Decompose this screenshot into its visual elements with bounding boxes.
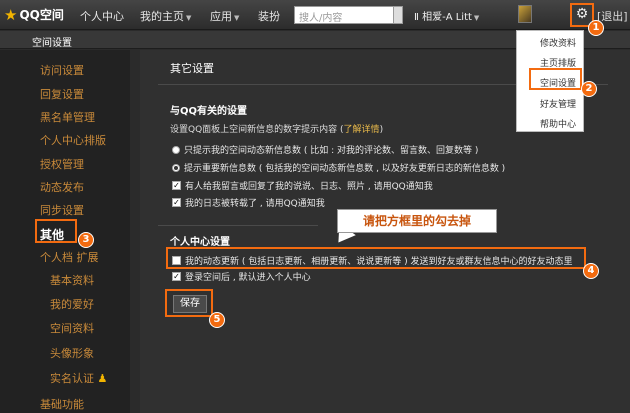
checkbox[interactable]: ✓ [172, 181, 181, 190]
sidebar-item-sync[interactable]: 同步设置 [40, 202, 84, 218]
radio-button-selected[interactable] [172, 163, 180, 172]
radio-option-1[interactable]: 只提示我的空间动态新信息数 ( 比如 : 对我的评论数、留言数、回复数等 ) [172, 143, 478, 156]
step-badge-1: 1 [588, 20, 604, 36]
chevron-down-icon: ▼ [186, 14, 192, 22]
radio-option-2-label: 提示重要新信息数 ( 包括我的空间动态新信息数 , 以及好友更新日志的新信息数 … [184, 164, 506, 174]
section-center-title: 个人中心设置 [170, 237, 230, 248]
highlight-box [165, 289, 213, 317]
chevron-down-icon: ▼ [234, 14, 240, 22]
sidebar-sub-basic[interactable]: 基本资料 [50, 272, 94, 288]
radio-button[interactable] [172, 145, 180, 154]
checkbox-default-center-label: 登录空间后 , 默认进入个人中心 [185, 273, 311, 283]
menu-item-friend-manage[interactable]: 好友管理 [540, 97, 576, 110]
qzone-logo[interactable]: ★ QQ空间 [4, 6, 64, 23]
sidebar-item-auth[interactable]: 授权管理 [40, 156, 84, 172]
menu-item-help[interactable]: 帮助中心 [540, 117, 576, 130]
nav-decorate[interactable]: 装扮 [258, 8, 280, 24]
main-title: 其它设置 [170, 62, 214, 75]
radio-option-1-label: 只提示我的空间动态新信息数 ( 比如 : 对我的评论数、留言数、回复数等 ) [184, 146, 479, 156]
checkbox-notify-reply[interactable]: ✓ 有人给我留言或回复了我的说说、日志、照片 , 请用QQ通知我 [172, 179, 433, 192]
chevron-down-icon: ▼ [473, 14, 480, 22]
star-icon: ★ [4, 5, 18, 24]
section-qq-desc: 设置QQ面板上空间新信息的数字提示内容 (了解详情) [170, 122, 383, 135]
sidebar-item-reply[interactable]: 回复设置 [40, 86, 84, 102]
top-bar: ★ QQ空间 个人中心 我的主页 ▼ 应用 ▼ 装扮 搜人/内容 Ⅱ 相爱-A Li… [0, 0, 630, 30]
user-icon: ♟ [97, 372, 108, 385]
nav-my-homepage-label: 我的主页 [140, 10, 184, 23]
menu-item-edit-profile[interactable]: 修改资料 [540, 36, 576, 49]
learn-more-link[interactable]: 了解详情 [344, 125, 380, 135]
step-badge-4: 4 [583, 263, 599, 279]
sidebar-sub-hobby[interactable]: 我的爱好 [50, 296, 94, 312]
logo-text: QQ空间 [19, 8, 64, 22]
checkbox[interactable]: ✓ [172, 272, 181, 281]
sidebar-sub-realname[interactable]: 实名认证 ♟ [50, 370, 107, 386]
checkbox-notify-reply-label: 有人给我留言或回复了我的说说、日志、照片 , 请用QQ通知我 [185, 182, 433, 192]
sidebar-sub-realname-label: 实名认证 [50, 372, 94, 385]
nav-apps[interactable]: 应用 ▼ [210, 8, 239, 24]
sidebar-item-access[interactable]: 访问设置 [40, 62, 84, 78]
music-player[interactable]: Ⅱ 相爱-A Litt ▼ [414, 8, 479, 23]
page-title: 空间设置 [32, 38, 72, 49]
nav-my-homepage[interactable]: 我的主页 ▼ [140, 8, 191, 24]
section-qq-desc-end: ) [379, 125, 384, 135]
sidebar-item-profile[interactable]: 个人档 扩展 [40, 249, 99, 265]
sidebar-sub-avatar[interactable]: 头像形象 [50, 345, 94, 361]
divider [158, 225, 318, 226]
sidebar-item-basic-func[interactable]: 基础功能 [40, 396, 84, 412]
radio-option-2[interactable]: 提示重要新信息数 ( 包括我的空间动态新信息数 , 以及好友更新日志的新信息数 … [172, 161, 505, 174]
nav-apps-label: 应用 [210, 10, 232, 23]
sidebar-item-layout[interactable]: 个人中心排版 [40, 132, 106, 148]
section-qq-title: 与QQ有关的设置 [170, 106, 248, 117]
step-badge-3: 3 [78, 232, 94, 248]
checkbox[interactable]: ✓ [172, 198, 181, 207]
highlight-box [529, 68, 582, 90]
nav-personal-center[interactable]: 个人中心 [80, 8, 124, 24]
step-badge-5: 5 [209, 312, 225, 328]
checkbox-notify-repost-label: 我的日志被转载了 , 请用QQ通知我 [185, 199, 325, 209]
sidebar-item-publish[interactable]: 动态发布 [40, 179, 84, 195]
sidebar-item-blacklist[interactable]: 黑名单管理 [40, 109, 95, 125]
section-qq-desc-text: 设置QQ面板上空间新信息的数字提示内容 ( [170, 125, 344, 135]
checkbox-notify-repost[interactable]: ✓ 我的日志被转载了 , 请用QQ通知我 [172, 196, 325, 209]
highlight-box [166, 247, 586, 269]
sidebar-sub-space[interactable]: 空间资料 [50, 320, 94, 336]
search-input[interactable]: 搜人/内容 [294, 6, 394, 24]
avatar[interactable] [518, 5, 532, 23]
highlight-box [35, 219, 77, 243]
checkbox-default-center[interactable]: ✓ 登录空间后 , 默认进入个人中心 [172, 270, 311, 283]
search-button[interactable] [393, 6, 403, 24]
music-title: Ⅱ 相爱-A Litt [414, 12, 472, 23]
step-badge-2: 2 [581, 81, 597, 97]
instruction-callout: 请把方框里的勾去掉 [337, 209, 497, 233]
